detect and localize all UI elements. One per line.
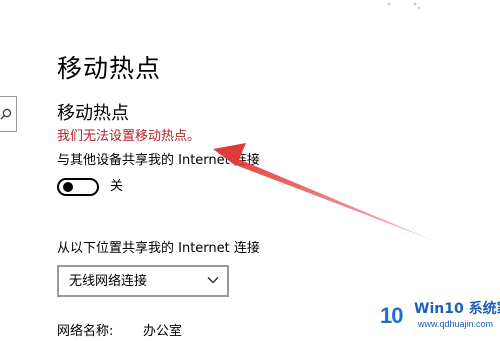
- watermark-logo: 10: [378, 298, 412, 332]
- arrow-icon: [213, 143, 432, 240]
- watermark-site-name: Win10 系统家园: [414, 301, 500, 317]
- watermark-logo-text: 10: [380, 303, 404, 328]
- watermark-url: www.qdhuajin.com: [418, 319, 494, 329]
- site-watermark: 10 Win10 系统家园 www.qdhuajin.com: [378, 296, 500, 335]
